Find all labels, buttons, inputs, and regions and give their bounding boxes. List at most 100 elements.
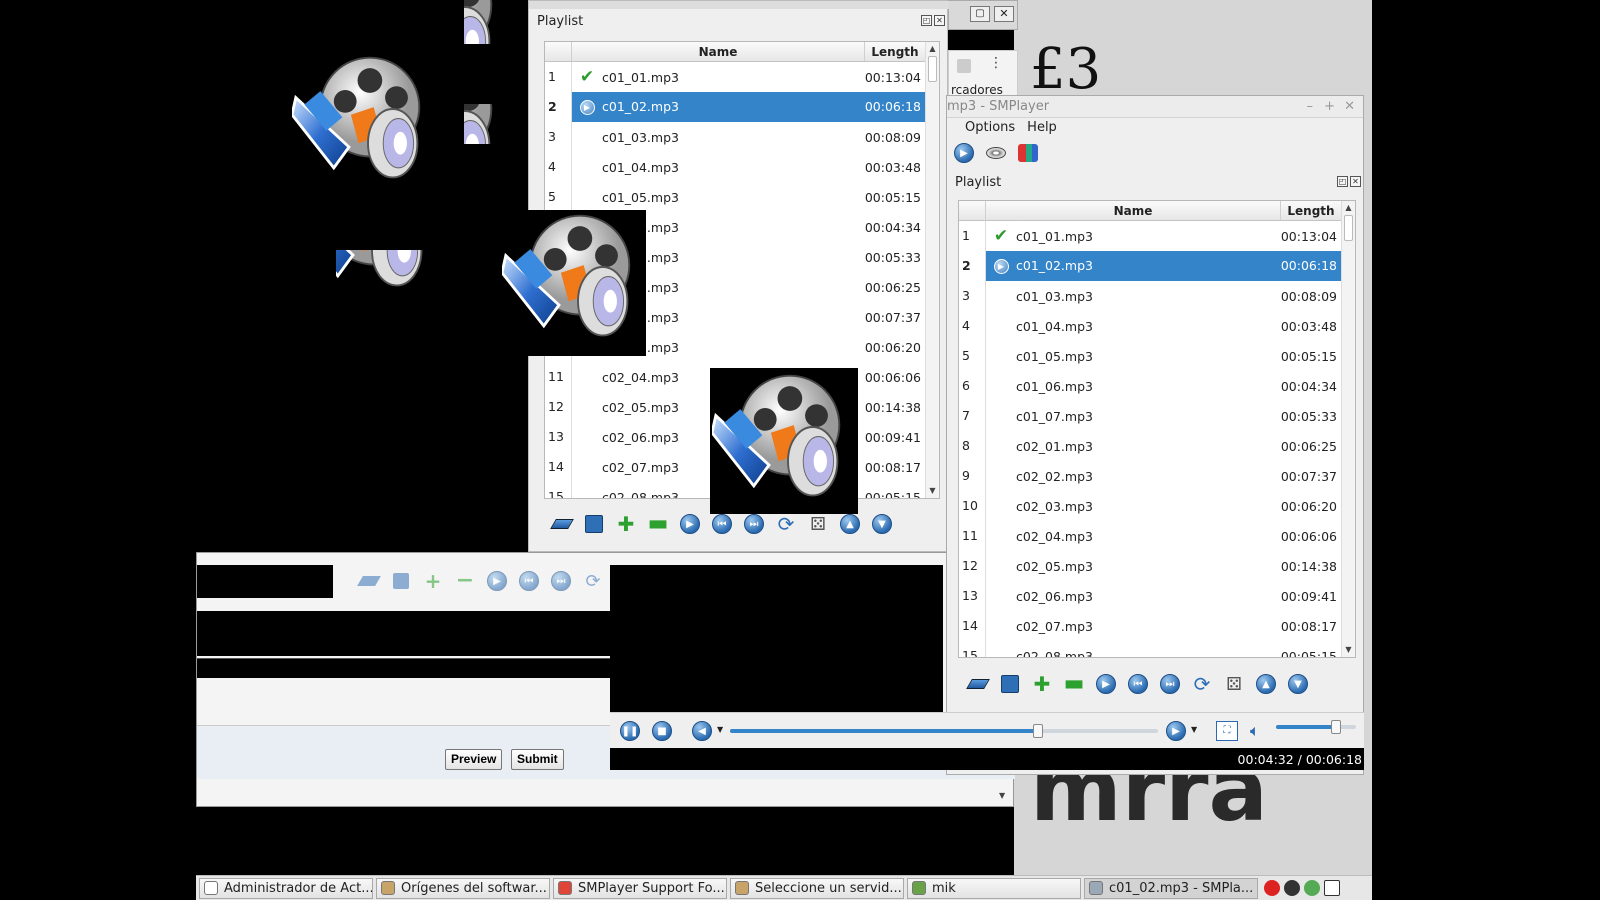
taskbar-item[interactable]: Orígenes del softwar... [376,877,550,899]
repeat-button[interactable]: ⟳ [1189,671,1215,697]
float-icon[interactable]: ◰ [921,15,932,26]
play-button[interactable]: ▶ [677,511,703,537]
submit-button[interactable]: Submit [511,749,564,770]
seek-handle[interactable] [1033,724,1044,738]
table-row[interactable]: 1 ✔ c01_01.mp3 00:13:04 [545,62,925,92]
table-row[interactable]: 4 c01_04.mp3 00:03:48 [545,152,925,182]
add-button[interactable]: ✚ [613,511,639,537]
table-row[interactable]: 7 c01_07.mp3 00:05:33 [959,401,1341,431]
window-restore-button[interactable]: ▢ [970,6,990,22]
seek-bar[interactable] [730,724,1158,738]
close-icon[interactable]: ✕ [934,15,945,26]
taskbar-item[interactable]: mik [907,877,1081,899]
taskbar-item[interactable]: SMPlayer Support Fo... [553,877,727,899]
name-column-header[interactable]: Name [572,42,865,61]
save-playlist-button[interactable] [581,511,607,537]
menu-dots-icon[interactable]: ⋮ [989,55,1003,71]
num-column-header[interactable] [959,201,986,220]
num-column-header[interactable] [545,42,572,61]
table-row[interactable]: 13 c02_06.mp3 00:09:41 [959,581,1341,611]
scroll-thumb[interactable] [1344,215,1353,241]
volume-slider[interactable] [1276,720,1356,734]
scroll-down-arrow[interactable]: ▼ [1342,643,1355,657]
minimize-icon[interactable]: – [1307,96,1314,118]
tools-button[interactable] [1015,140,1041,166]
move-up-button[interactable]: ▲ [837,511,863,537]
table-row[interactable]: 11 c02_04.mp3 00:06:06 [959,521,1341,551]
remove-button[interactable]: ▬ [1061,671,1087,697]
table-row[interactable]: 3 c01_03.mp3 00:08:09 [959,281,1341,311]
taskbar-item[interactable]: Seleccione un servid... [730,877,904,899]
previous-button[interactable]: ⏮ [1125,671,1151,697]
add-button[interactable]: ✚ [1029,671,1055,697]
mail-icon[interactable] [1264,880,1280,896]
playlist-table-right[interactable]: Name Length 1 ✔ c01_01.mp3 00:13:04 2 ▶ c01_02… [958,200,1356,658]
shuffle-button[interactable]: ⚄ [1221,671,1247,697]
move-up-button[interactable]: ▲ [1253,671,1279,697]
shuffle-button[interactable]: ⚄ [805,511,831,537]
playlist-scrollbar-right[interactable]: ▲ ▼ [1341,201,1355,657]
forward-button[interactable]: ▶ [1166,721,1186,741]
repeat-button[interactable]: ⟳ [773,511,799,537]
table-row[interactable]: 5 c01_05.mp3 00:05:15 [959,341,1341,371]
fullscreen-button[interactable]: ⛶ [1216,721,1238,741]
move-down-button[interactable]: ▼ [1285,671,1311,697]
scroll-thumb[interactable] [928,56,937,82]
clear-playlist-button[interactable] [965,671,991,697]
length-column-header[interactable]: Length [1281,201,1341,220]
taskbar-item[interactable]: c01_02.mp3 - SMPla... [1084,877,1258,899]
length-column-header[interactable]: Length [865,42,925,61]
table-row[interactable]: 2 ▶ c01_02.mp3 00:06:18 [959,251,1341,281]
table-row[interactable]: 5 c01_05.mp3 00:05:15 [545,182,925,212]
puzzle-icon[interactable] [957,59,971,73]
table-row[interactable]: 2 ▶ c01_02.mp3 00:06:18 [545,92,925,122]
float-icon[interactable]: ◰ [1337,176,1348,187]
table-row[interactable]: 3 c01_03.mp3 00:08:09 [545,122,925,152]
table-row[interactable]: 6 c01_06.mp3 00:04:34 [959,371,1341,401]
playlist-scrollbar[interactable]: ▲ ▼ [925,42,939,498]
table-row[interactable]: 12 c02_05.mp3 00:14:38 [959,551,1341,581]
volume-handle[interactable] [1331,720,1341,734]
scrollbar-down-arrow[interactable]: ▼ [999,791,1005,800]
remove-button[interactable]: ▬ [645,511,671,537]
maximize-icon[interactable]: + [1324,96,1335,118]
close-icon[interactable]: ✕ [1350,176,1361,187]
stop-button[interactable]: ■ [652,721,672,741]
disc-button[interactable] [983,140,1009,166]
open-button[interactable]: ▶ [951,140,977,166]
menu-options[interactable]: Options [965,118,1015,138]
move-down-button[interactable]: ▼ [869,511,895,537]
name-column-header[interactable]: Name [986,201,1281,220]
save-playlist-button[interactable] [997,671,1023,697]
menu-help[interactable]: Help [1027,118,1057,138]
clear-playlist-button[interactable] [549,511,575,537]
next-button[interactable]: ⏭ [741,511,767,537]
table-row[interactable]: 8 c02_01.mp3 00:06:25 [959,431,1341,461]
rewind-button[interactable]: ◀ [692,721,712,741]
row-number: 4 [545,152,572,182]
volume-icon[interactable]: 🔈︎ [1250,721,1260,741]
forward-dropdown-icon[interactable]: ▼ [1191,725,1197,734]
play-button[interactable]: ▶ [1093,671,1119,697]
network-icon[interactable] [1284,880,1300,896]
previous-button[interactable]: ⏮ [709,511,735,537]
update-icon[interactable] [1304,880,1320,896]
scroll-down-arrow[interactable]: ▼ [926,484,939,498]
table-row[interactable]: 10 c02_03.mp3 00:06:20 [959,491,1341,521]
table-row[interactable]: 1 ✔ c01_01.mp3 00:13:04 [959,221,1341,251]
scroll-up-arrow[interactable]: ▲ [1342,201,1355,215]
table-row[interactable]: 4 c01_04.mp3 00:03:48 [959,311,1341,341]
close-window-icon[interactable]: ✕ [1344,96,1355,118]
pause-button[interactable]: ❚❚ [620,721,640,741]
preview-button[interactable]: Preview [445,749,503,770]
rewind-dropdown-icon[interactable]: ▼ [717,725,723,734]
window-close-button[interactable]: ✕ [994,6,1014,22]
taskbar-item[interactable]: Administrador de Act... [199,877,373,899]
keyboard-icon[interactable] [1324,880,1340,896]
save-icon [1001,675,1019,693]
table-row[interactable]: 14 c02_07.mp3 00:08:17 [959,611,1341,641]
table-row[interactable]: 15 c02_08.mp3 00:05:15 [959,641,1341,657]
table-row[interactable]: 9 c02_02.mp3 00:07:37 [959,461,1341,491]
scroll-up-arrow[interactable]: ▲ [926,42,939,56]
next-button[interactable]: ⏭ [1157,671,1183,697]
